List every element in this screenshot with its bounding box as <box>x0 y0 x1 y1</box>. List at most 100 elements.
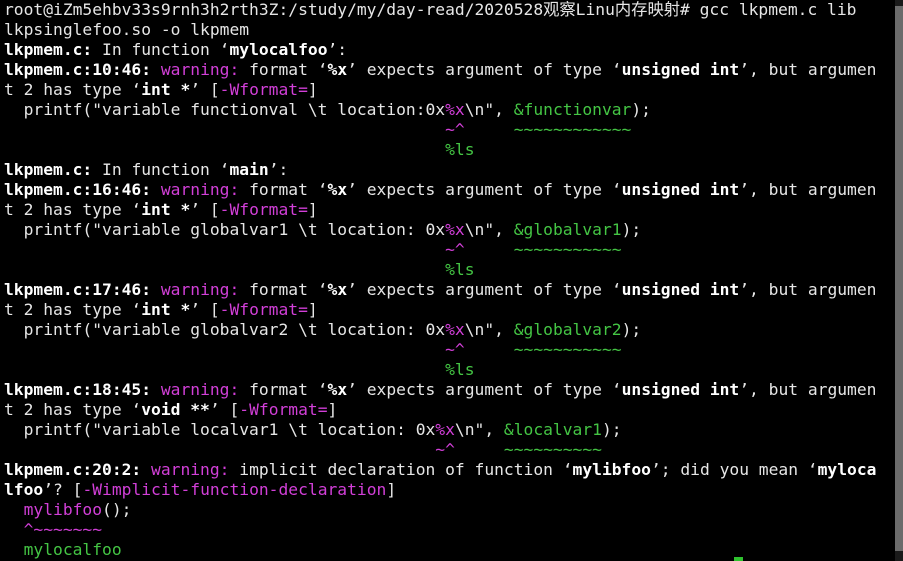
terminal-text: unsigned int <box>621 180 740 199</box>
terminal-text: %ls <box>445 260 475 279</box>
terminal-line: lkpmem.c:20:2: warning: implicit declara… <box>4 460 899 480</box>
terminal-text: %x <box>445 100 465 119</box>
terminal-text: lkpmem.c:17:46: <box>4 280 152 299</box>
terminal-text: ’ [ <box>190 300 220 319</box>
terminal-text: int * <box>141 200 191 219</box>
terminal-text: format ‘ <box>239 180 328 199</box>
terminal-text: -Wformat= <box>239 400 328 419</box>
terminal-text: ’, but argumen <box>739 280 877 299</box>
terminal-text: In function ‘ <box>92 160 230 179</box>
terminal-line: printf("variable functionval \t location… <box>4 100 899 120</box>
terminal-text: t 2 has type ‘ <box>4 80 142 99</box>
terminal-text: myloca <box>817 460 877 479</box>
terminal-text: %ls <box>445 140 475 159</box>
terminal-line: t 2 has type ‘int *’ [-Wformat=] <box>4 80 899 100</box>
terminal-text: int * <box>141 300 191 319</box>
terminal-text: %ls <box>445 360 475 379</box>
terminal-text: format ‘ <box>239 280 328 299</box>
terminal-text: %x <box>327 380 348 399</box>
terminal-text: ] <box>327 400 338 419</box>
terminal-line: mylibfoo(); <box>4 500 899 520</box>
terminal-text: %x <box>327 60 348 79</box>
terminal-text: %x <box>445 320 465 339</box>
terminal-text: -Wformat= <box>219 200 308 219</box>
terminal-line: lkpmem.c:16:46: warning: format ‘%x’ exp… <box>4 180 899 200</box>
terminal-line: lkpsinglefoo.so -o lkpmem <box>4 20 899 40</box>
terminal-text: ); <box>621 320 642 339</box>
terminal-text: ’ expects argument of type ‘ <box>347 280 622 299</box>
terminal-text: -Wformat= <box>219 300 308 319</box>
terminal-text: &functionvar <box>513 100 632 119</box>
terminal-text: ’: <box>327 40 348 59</box>
terminal-text: ’ expects argument of type ‘ <box>347 180 622 199</box>
terminal-cursor <box>734 557 743 561</box>
terminal-text: t 2 has type ‘ <box>4 300 142 319</box>
terminal-text: &localvar1 <box>503 420 602 439</box>
scrollbar-thumb[interactable] <box>895 6 903 551</box>
terminal-text: printf("variable localvar1 \t location: … <box>4 420 436 439</box>
terminal-text: format ‘ <box>239 380 328 399</box>
terminal-text: ’, but argumen <box>739 180 877 199</box>
terminal-text: lkpmem.c: <box>4 160 93 179</box>
terminal-text: main <box>229 160 269 179</box>
terminal-text: ~^ <box>445 120 465 139</box>
terminal-text: warning: <box>160 180 240 199</box>
terminal-text: ’ expects argument of type ‘ <box>347 60 622 79</box>
terminal-text: ’ [ <box>209 400 240 419</box>
terminal-text: lkpmem.c:16:46: <box>4 180 152 199</box>
terminal-text: ); <box>601 420 622 439</box>
terminal-text: ~^ <box>435 440 455 459</box>
terminal-text: \n", <box>454 420 504 439</box>
terminal-line: %ls <box>4 260 899 280</box>
terminal-output[interactable]: root@iZm5ehbv33s9rnh3h2rth3Z:/study/my/d… <box>4 0 899 561</box>
terminal-text: ’: <box>268 160 289 179</box>
terminal-text: lfoo <box>4 480 44 499</box>
terminal-line: ~^ ~~~~~~~~~~~~ <box>4 120 899 140</box>
terminal-text: %x <box>435 420 455 439</box>
terminal-text: %x <box>327 180 348 199</box>
terminal-text: ); <box>621 220 642 239</box>
terminal-text: ~~~~~~~~~~~ <box>513 240 622 259</box>
terminal-text: ’ [ <box>190 200 220 219</box>
terminal-text: void ** <box>141 400 210 419</box>
terminal-text: warning: <box>160 280 240 299</box>
terminal-text: %x <box>445 220 465 239</box>
terminal-line: lfoo’? [-Wimplicit-function-declaration] <box>4 480 899 500</box>
terminal-text: lkpmem.c:18:45: <box>4 380 152 399</box>
terminal-text: format ‘ <box>239 60 328 79</box>
terminal-text: mylocalfoo <box>229 40 328 59</box>
terminal-text: ~^ <box>445 340 465 359</box>
terminal-line: ~^ ~~~~~~~~~~ <box>4 440 899 460</box>
terminal-text: implicit declaration of function ‘ <box>229 460 573 479</box>
terminal-text: mylocalfoo <box>23 540 122 559</box>
terminal-text: -Wimplicit-function-declaration <box>82 480 387 499</box>
terminal-text: In function ‘ <box>92 40 230 59</box>
terminal-line: ~^ ~~~~~~~~~~~ <box>4 240 899 260</box>
terminal-text: lkpmem.c:20:2: <box>4 460 142 479</box>
terminal-text: ~^ <box>445 240 465 259</box>
scrollbar-track[interactable] <box>895 0 903 561</box>
terminal-text: warning: <box>160 60 240 79</box>
terminal-text: printf("variable functionval \t location… <box>4 100 446 119</box>
terminal-text: t 2 has type ‘ <box>4 200 142 219</box>
terminal-text: \n", <box>464 220 514 239</box>
terminal-line: lkpmem.c:17:46: warning: format ‘%x’ exp… <box>4 280 899 300</box>
terminal-text: ); <box>631 100 651 119</box>
terminal-text: ’; did you mean ‘ <box>650 460 818 479</box>
terminal-line: ^~~~~~~~ <box>4 520 899 540</box>
